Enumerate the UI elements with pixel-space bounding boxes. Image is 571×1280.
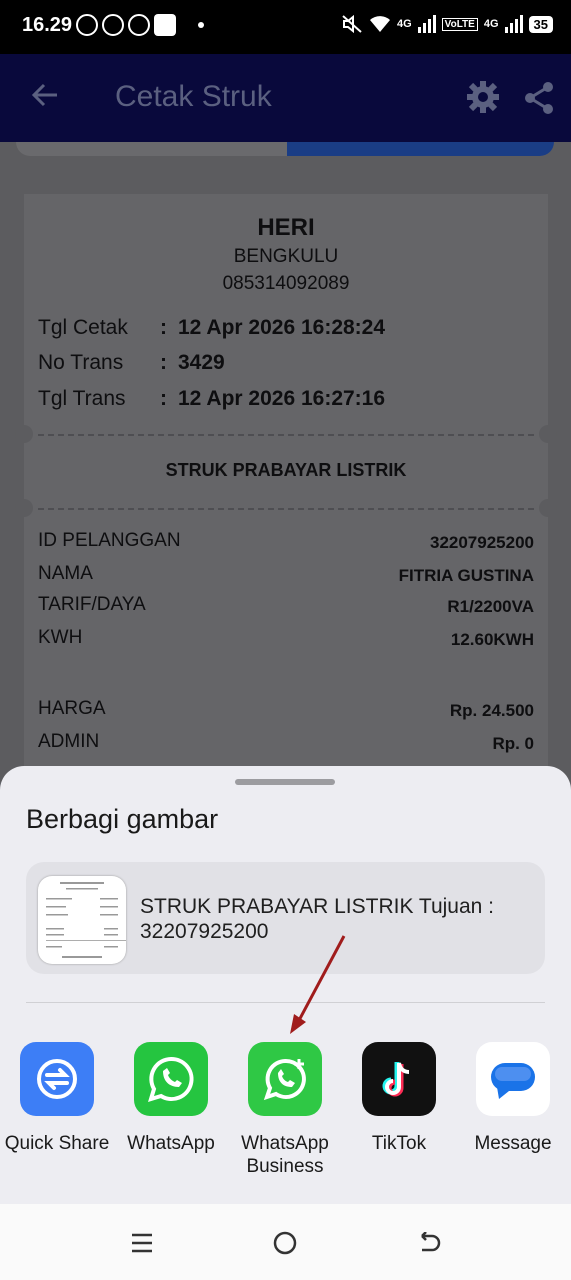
tiktok-icon: [362, 1042, 436, 1116]
status-bar: 16.29 4G VoLTE 4G 35: [0, 0, 571, 54]
receipt-city: BENGKULU: [233, 246, 339, 267]
divider: [38, 434, 534, 436]
whatsapp-notification-icon: [128, 14, 150, 36]
receipt-type-title: STRUK PRABAYAR LISTRIK: [165, 460, 407, 480]
detail-value: 12.60KWH: [450, 630, 534, 649]
share-target-label: WhatsApp Business: [241, 1133, 329, 1177]
share-target-messages[interactable]: Message: [458, 1042, 568, 1155]
app-notification-icon: [154, 14, 176, 36]
share-target-whatsapp-business[interactable]: WhatsApp Business: [230, 1042, 340, 1178]
network-type-1: 4G: [396, 18, 412, 30]
messages-icon: [476, 1042, 550, 1116]
volte-badge: VoLTE: [441, 17, 478, 31]
detail-label: NAMA: [38, 563, 93, 584]
whatsapp-icon: [134, 1042, 208, 1116]
share-target-label: WhatsApp: [127, 1133, 215, 1154]
back-nav-icon[interactable]: [416, 1232, 442, 1254]
meta-label: Tgl Cetak: [38, 316, 128, 339]
share-target-whatsapp[interactable]: WhatsApp: [116, 1042, 226, 1155]
settings-gear-icon[interactable]: [466, 80, 500, 114]
notch: [15, 425, 33, 443]
chat-notification-icon: [102, 14, 124, 36]
detail-value: FITRIA GUSTINA: [398, 566, 534, 585]
share-target-quick-share[interactable]: Quick Share: [2, 1042, 112, 1155]
drag-handle[interactable]: [235, 779, 335, 785]
annotation-arrow: [290, 935, 346, 1034]
back-arrow-icon[interactable]: [30, 80, 60, 110]
preview-thumbnail: [38, 876, 126, 964]
wifi-icon: [369, 16, 390, 32]
receipt-phone: 085314092089: [222, 273, 350, 294]
quick-share-icon: [20, 1042, 94, 1116]
notch: [539, 425, 557, 443]
home-icon[interactable]: [273, 1231, 297, 1255]
meta-value: 12 Apr 2026 16:28:24: [178, 316, 386, 339]
detail-label: KWH: [38, 627, 83, 648]
share-target-label: TikTok: [371, 1133, 427, 1154]
meta-colon: :: [160, 387, 167, 410]
mute-icon: [342, 14, 362, 34]
meta-value: 3429: [178, 351, 225, 374]
price-label: ADMIN: [38, 731, 100, 752]
page-title: Cetak Struk: [115, 80, 272, 113]
share-sheet-title: Berbagi gambar: [26, 804, 219, 834]
notch: [539, 499, 557, 517]
network-type-2: 4G: [483, 18, 499, 30]
navigation-bar: [0, 1204, 571, 1280]
notification-icons: [76, 14, 204, 36]
notch: [15, 499, 33, 517]
detail-label: ID PELANGGAN: [38, 530, 181, 551]
detail-value: R1/2200VA: [447, 597, 534, 616]
price-value: Rp. 24.500: [449, 701, 534, 720]
status-time: 16.29: [22, 14, 73, 36]
signal-icon: [417, 15, 436, 33]
battery-indicator: 35: [528, 15, 553, 33]
whatsapp-business-icon: [248, 1042, 322, 1116]
whatsapp-notification-icon: [76, 14, 98, 36]
receipt-thumbnail-image: [46, 882, 126, 958]
meta-colon: :: [160, 316, 167, 339]
share-icon[interactable]: [524, 82, 554, 114]
meta-label: Tgl Trans: [38, 387, 126, 410]
divider: [38, 508, 534, 510]
receipt-card: HERI BENGKULU 085314092089 Tgl Cetak : 1…: [15, 194, 557, 804]
meta-label: No Trans: [38, 351, 124, 374]
share-target-tiktok[interactable]: TikTok: [344, 1042, 454, 1155]
detail-label: TARIF/DAYA: [38, 594, 146, 615]
receipt-merchant-name: HERI: [257, 214, 315, 241]
meta-colon: :: [160, 351, 167, 374]
share-target-label: Message: [474, 1133, 552, 1154]
meta-value: 12 Apr 2026 16:27:16: [178, 387, 386, 410]
price-label: HARGA: [38, 698, 106, 719]
share-target-label: Quick Share: [4, 1133, 110, 1154]
recent-apps-icon[interactable]: [130, 1232, 154, 1254]
more-notifications-icon: [198, 22, 204, 28]
status-right: 4G VoLTE 4G 35: [341, 14, 553, 34]
price-value: Rp. 0: [492, 734, 534, 753]
tab-right[interactable]: [287, 142, 554, 156]
signal-icon-2: [504, 15, 523, 33]
detail-value: 32207925200: [429, 533, 534, 552]
app-bar: Cetak Struk: [0, 54, 571, 142]
